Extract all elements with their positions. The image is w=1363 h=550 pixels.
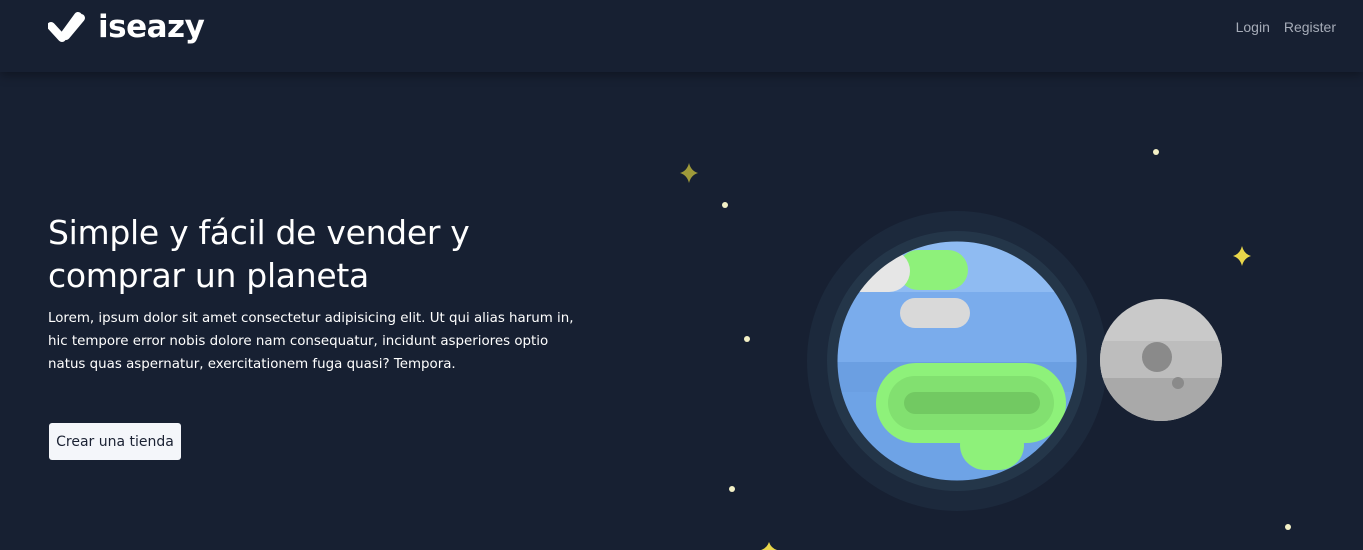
brand-logo[interactable]: iseazy	[48, 9, 205, 45]
moon-illustration	[1100, 299, 1222, 421]
dot-star-icon	[1153, 149, 1159, 155]
dot-star-icon	[722, 202, 728, 208]
dot-star-icon	[1285, 524, 1291, 530]
sparkle-star-icon	[761, 542, 777, 550]
register-link[interactable]: Register	[1284, 17, 1336, 37]
dot-star-icon	[729, 486, 735, 492]
dot-star-icon	[744, 336, 750, 342]
hero-description: Lorem, ipsum dolor sit amet consectetur …	[48, 311, 574, 372]
checkmark-logo-icon	[48, 12, 85, 42]
sparkle-star-icon	[1233, 246, 1251, 266]
top-navbar: iseazy Login Register	[0, 0, 1363, 72]
create-store-button[interactable]: Crear una tienda	[49, 423, 181, 460]
hero-title: Simple y fácil de vender y comprar un pl…	[48, 213, 470, 295]
sparkle-star-icon	[680, 163, 698, 183]
header-nav: Login Register	[1236, 17, 1336, 37]
hero-section: Simple y fácil de vender y comprar un pl…	[48, 211, 608, 376]
login-link[interactable]: Login	[1236, 17, 1270, 37]
planet-illustration	[680, 149, 1291, 550]
brand-name: iseazy	[98, 9, 205, 45]
